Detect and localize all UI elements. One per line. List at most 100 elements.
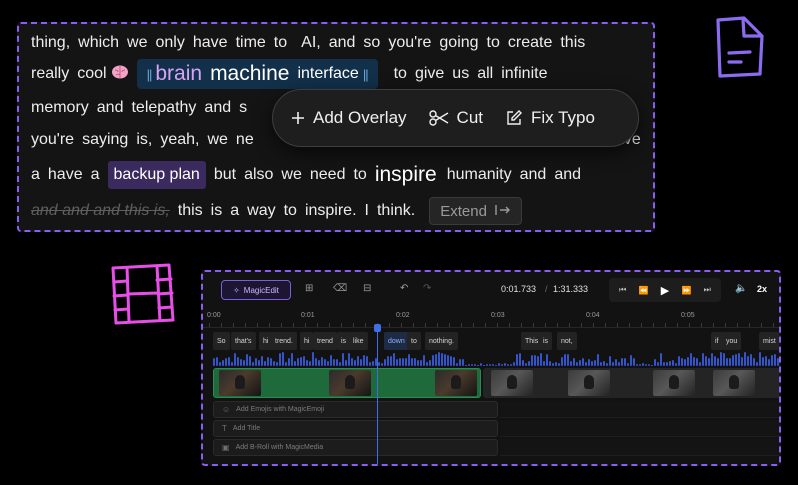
word[interactable]: to	[284, 202, 297, 220]
caption-word[interactable]: you	[722, 332, 742, 350]
word[interactable]: a	[31, 166, 40, 184]
drag-handle-icon[interactable]: ||	[147, 67, 153, 82]
word[interactable]: have	[193, 34, 228, 52]
word[interactable]: way	[247, 202, 275, 220]
word[interactable]: this	[560, 34, 585, 52]
word[interactable]: you're	[388, 34, 431, 52]
word[interactable]: we	[281, 166, 301, 184]
word[interactable]: to	[487, 34, 500, 52]
word[interactable]: a	[230, 202, 239, 220]
caption-word[interactable]: like	[349, 332, 368, 350]
word[interactable]: s	[239, 99, 247, 117]
word[interactable]: and	[204, 99, 231, 117]
word[interactable]: AI,	[301, 34, 321, 52]
deleted-words[interactable]: and and and this is,	[31, 202, 170, 220]
word[interactable]: only	[156, 34, 185, 52]
word[interactable]: have	[48, 166, 83, 184]
redo-icon[interactable]: ↷	[423, 283, 431, 295]
word[interactable]: you're	[31, 131, 74, 149]
undo-icon[interactable]: ↶	[400, 283, 408, 295]
word[interactable]: we	[127, 34, 147, 52]
video-track[interactable]	[213, 368, 779, 398]
caption-word-selected[interactable]: down	[384, 332, 409, 350]
word[interactable]: us	[452, 65, 469, 83]
word[interactable]: is	[211, 202, 223, 220]
word[interactable]: thing,	[31, 34, 70, 52]
audio-waveform[interactable]	[213, 352, 779, 366]
skip-start-icon[interactable]: ⏮	[619, 285, 626, 295]
caption-word[interactable]: not,	[557, 332, 577, 350]
skip-end-icon[interactable]: ⏭	[704, 285, 711, 295]
caption-word[interactable]: to	[407, 332, 421, 350]
caption-word[interactable]: hi	[300, 332, 314, 350]
volume-icon[interactable]: 🔈	[735, 283, 747, 295]
magic-edit-button[interactable]: ✧ MagicEdit	[221, 280, 291, 300]
word[interactable]: create	[508, 34, 552, 52]
add-emojis-row[interactable]: ☺ Add Emojis with MagicEmoji	[213, 401, 498, 418]
word[interactable]: a	[91, 166, 100, 184]
word[interactable]: also	[244, 166, 273, 184]
word[interactable]: which	[78, 34, 119, 52]
word[interactable]: to	[394, 65, 407, 83]
word[interactable]: interface	[297, 65, 358, 83]
word[interactable]: inspire.	[305, 202, 357, 220]
word[interactable]: need	[310, 166, 346, 184]
add-box-icon[interactable]: ⊞	[305, 283, 313, 295]
add-broll-row[interactable]: ▣ Add B-Roll with MagicMedia	[213, 439, 498, 456]
add-title-row[interactable]: T Add Title	[213, 420, 498, 437]
caption-word[interactable]: So	[213, 332, 230, 350]
word[interactable]: so	[363, 34, 380, 52]
eraser-icon[interactable]: ⌫	[333, 283, 347, 295]
playback-speed[interactable]: 2x	[757, 284, 767, 294]
fix-typo-button[interactable]: Fix Typo	[505, 108, 595, 128]
word[interactable]: saying	[82, 131, 128, 149]
word[interactable]: humanity	[447, 166, 512, 184]
caption-word[interactable]: if	[711, 332, 723, 350]
word[interactable]: telepathy	[131, 99, 196, 117]
caption-word[interactable]: mist	[759, 332, 779, 350]
emphasized-word-inspire[interactable]: inspire	[375, 163, 437, 187]
play-icon[interactable]: ▶	[661, 284, 669, 297]
caption-word[interactable]: trend	[313, 332, 337, 350]
word[interactable]: and	[97, 99, 124, 117]
word[interactable]: and	[554, 166, 581, 184]
word[interactable]: to	[353, 166, 366, 184]
brain-machine-interface-chip[interactable]: || brain machine interface ||	[136, 59, 378, 89]
drag-handle-icon[interactable]: ||	[363, 67, 369, 82]
word[interactable]: I	[365, 202, 369, 220]
word[interactable]: all	[477, 65, 493, 83]
caption-word[interactable]: that's	[231, 332, 256, 350]
word[interactable]: we	[207, 131, 227, 149]
playhead[interactable]	[377, 324, 378, 464]
time-ruler[interactable]: 0:00 0:01 0:02 0:03 0:04 0:05	[203, 310, 779, 328]
add-overlay-button[interactable]: Add Overlay	[291, 108, 407, 128]
word[interactable]: and	[329, 34, 356, 52]
word[interactable]: time	[236, 34, 266, 52]
caption-word[interactable]: is	[539, 332, 553, 350]
word[interactable]: really	[31, 65, 69, 83]
word[interactable]: infinite	[501, 65, 547, 83]
backup-plan-highlight[interactable]: backup plan	[107, 161, 206, 189]
word[interactable]: brain	[155, 62, 202, 86]
split-icon[interactable]: ⊟	[363, 283, 371, 295]
word[interactable]: give	[415, 65, 444, 83]
word[interactable]: machine	[210, 62, 289, 86]
word[interactable]: think.	[377, 202, 415, 220]
word[interactable]: but	[214, 166, 236, 184]
word[interactable]: and	[520, 166, 547, 184]
word[interactable]: ne	[236, 131, 254, 149]
word[interactable]: cool	[77, 65, 106, 83]
cut-button[interactable]: Cut	[428, 108, 483, 128]
word[interactable]: is,	[136, 131, 152, 149]
extend-button[interactable]: Extend	[429, 197, 522, 225]
caption-word[interactable]: trend.	[271, 332, 297, 350]
playhead-handle[interactable]	[374, 324, 381, 332]
word[interactable]: going	[439, 34, 478, 52]
word[interactable]: yeah,	[160, 131, 199, 149]
caption-word[interactable]: nothing.	[425, 332, 458, 350]
fast-forward-icon[interactable]: ⏩	[681, 286, 691, 295]
word[interactable]: memory	[31, 99, 89, 117]
word[interactable]: to	[274, 34, 287, 52]
word[interactable]: this	[178, 202, 203, 220]
rewind-icon[interactable]: ⏪	[639, 286, 649, 295]
